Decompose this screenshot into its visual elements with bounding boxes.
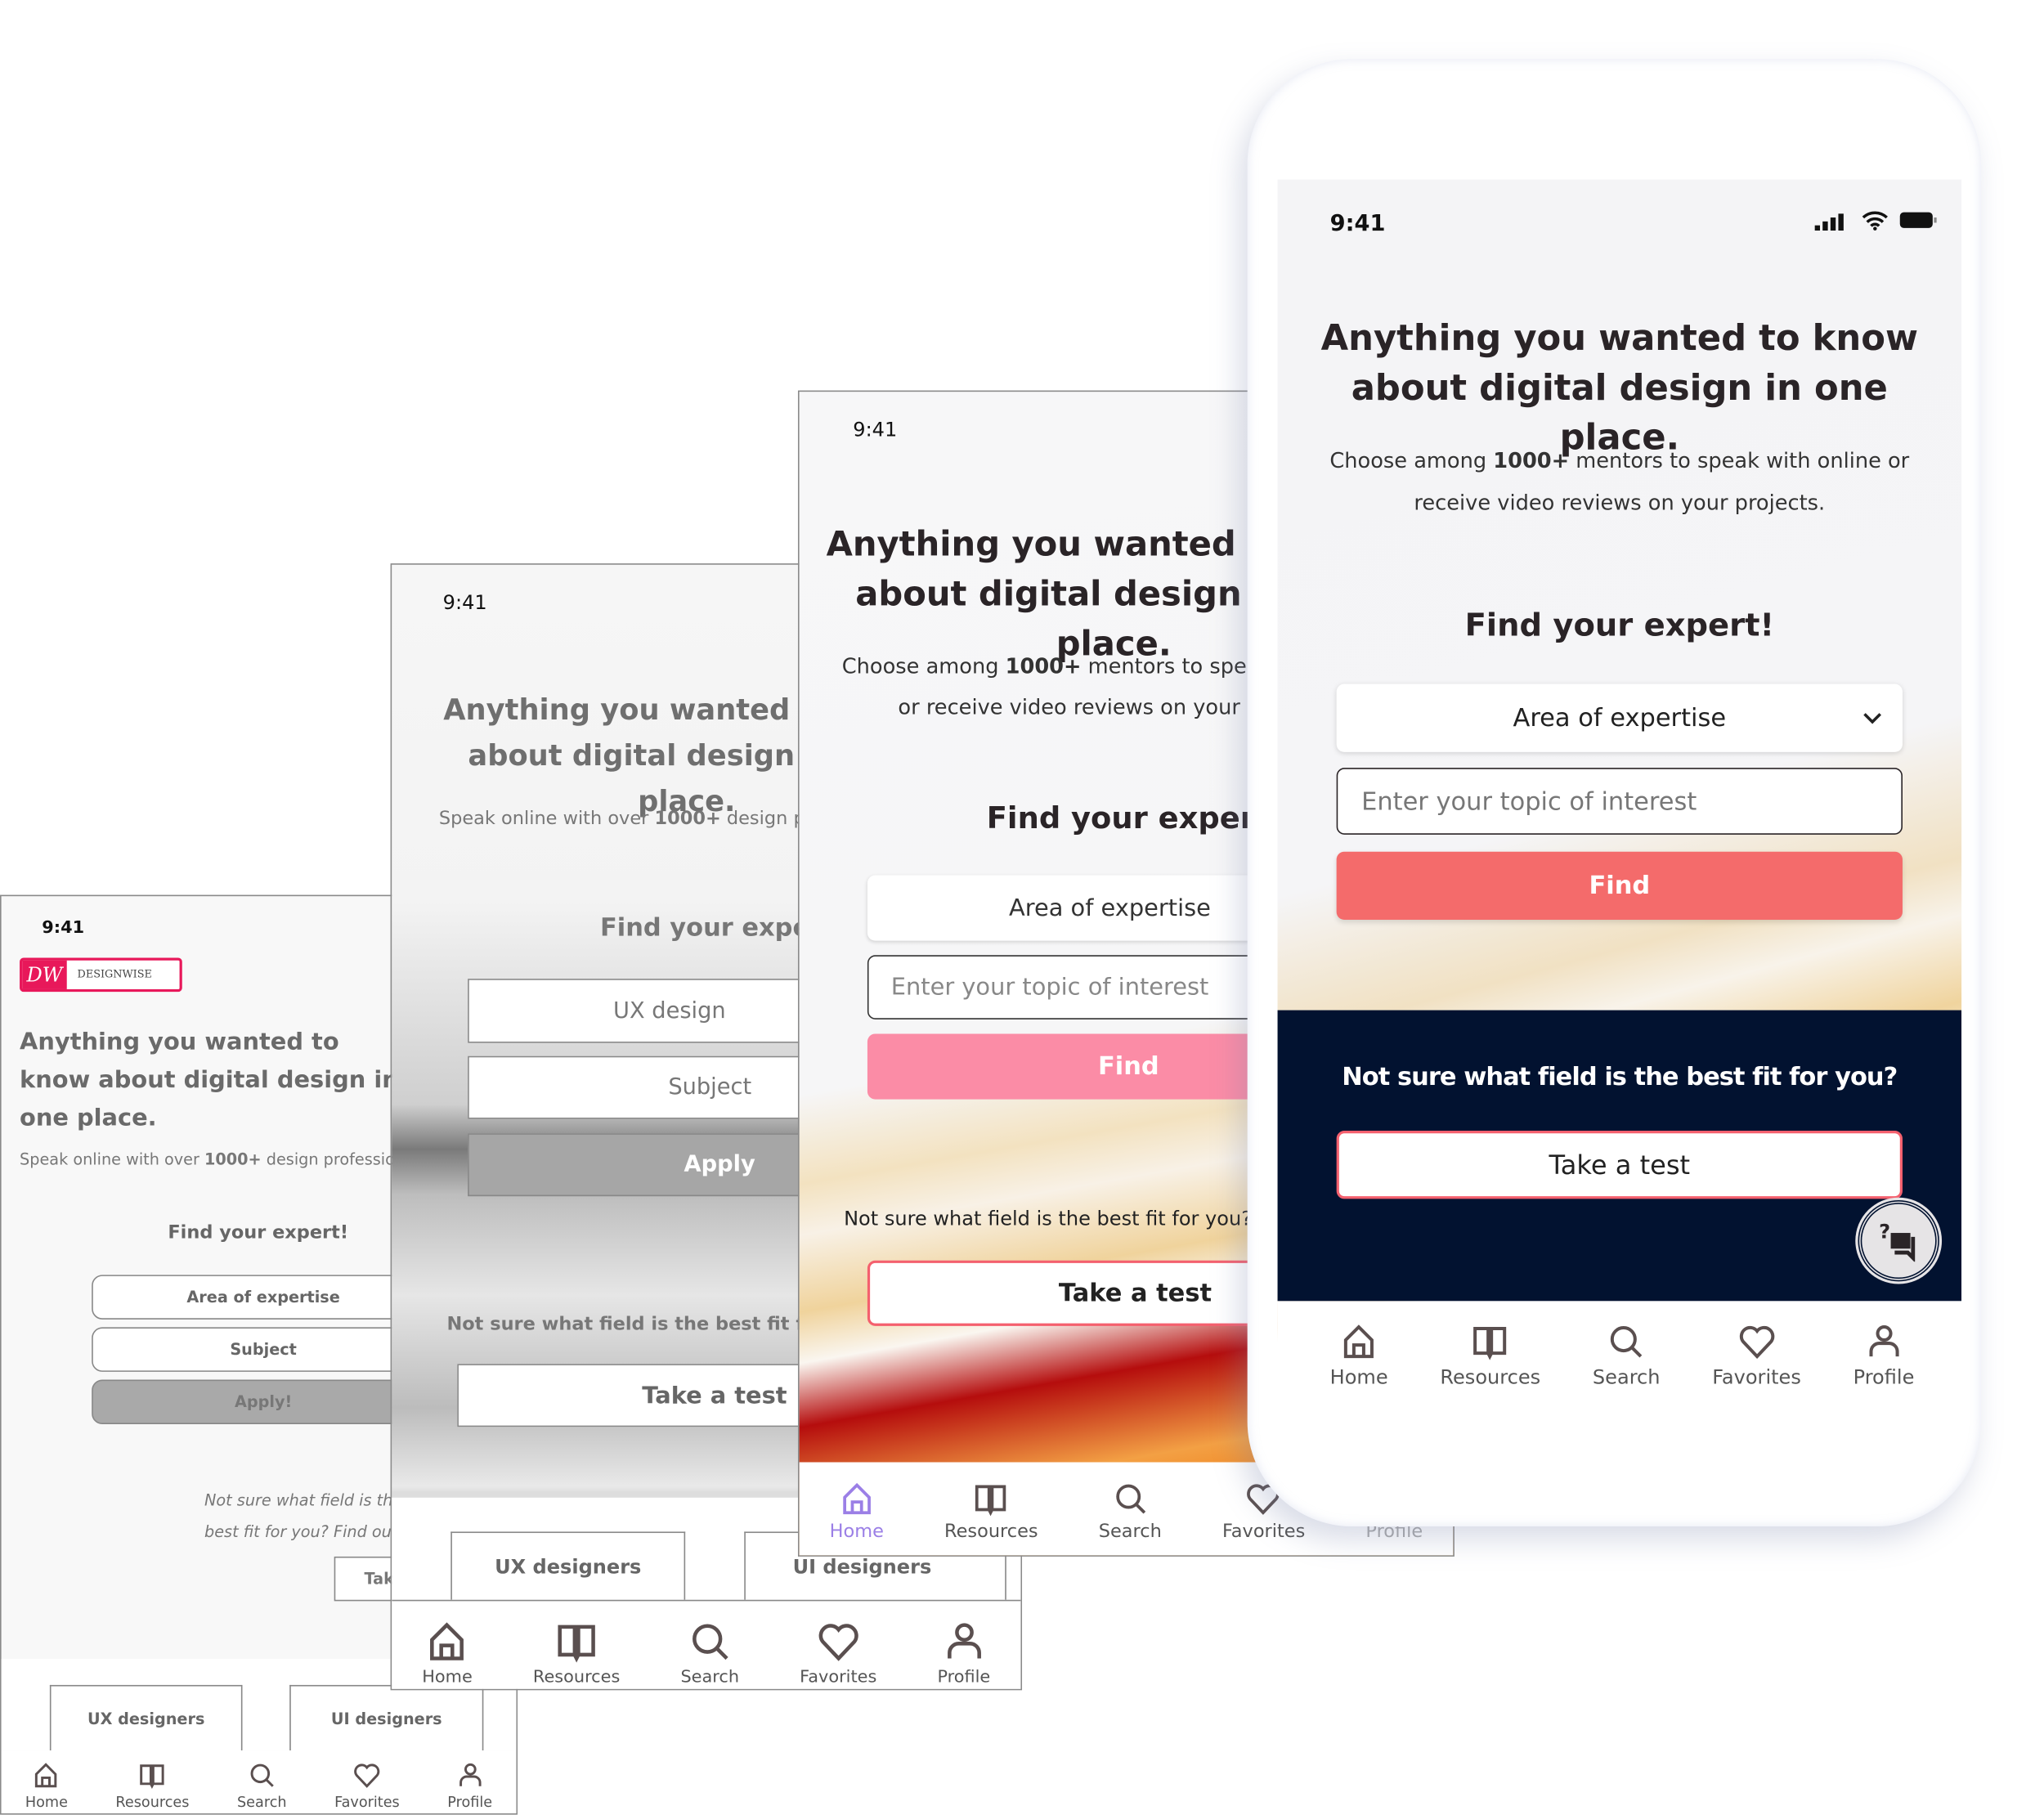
bottom-nav: Home Resources Search Favorites Profile (392, 1599, 1021, 1689)
nav-label: Search (1098, 1521, 1162, 1543)
bottom-nav: Home Resources Search Favorites Profile (1, 1750, 517, 1813)
nav-item-search[interactable]: Search (236, 1761, 287, 1813)
ux-designers-card[interactable]: UX designers (49, 1684, 243, 1751)
area-of-expertise-select[interactable]: Area of expertise (92, 1275, 436, 1320)
area-of-expertise-select[interactable]: Area of expertise (1336, 683, 1903, 752)
nav-item-home[interactable]: Home (829, 1481, 884, 1555)
nav-label: Resources (532, 1668, 621, 1688)
take-test-button[interactable]: Take a test (1336, 1131, 1903, 1199)
search-icon (1611, 1326, 1643, 1358)
nav-item-favorites[interactable]: Favorites (800, 1620, 877, 1689)
profile-icon (947, 1623, 981, 1659)
chevron-down-icon (1863, 713, 1881, 724)
nav-item-search[interactable]: Search (1098, 1481, 1162, 1555)
nav-label: Home (422, 1668, 473, 1688)
signal-icon (1814, 213, 1844, 231)
area-select[interactable]: UX design (468, 979, 822, 1043)
logo-mark: DW (22, 960, 67, 989)
nav-item-favorites[interactable]: Favorites (1712, 1322, 1801, 1432)
status-time: 9:41 (442, 590, 487, 615)
find-title: Find your expert! (168, 1222, 349, 1244)
status-time: 9:41 (42, 918, 85, 939)
nav-label: Home (1329, 1365, 1388, 1389)
nav-label: Search (236, 1793, 287, 1811)
find-title: Find your expert! (986, 801, 1284, 836)
nav-item-home[interactable]: Home (422, 1620, 473, 1689)
battery-icon (1899, 212, 1937, 228)
logo: DW DESIGNWISE (20, 957, 182, 993)
help-section: Not sure what field is the best fit for … (1277, 1010, 1962, 1302)
bottom-nav: Home Resources Search Favorites Profile (1277, 1301, 1962, 1432)
apply-button[interactable]: Apply (468, 1133, 822, 1197)
nav-label: Resources (1440, 1365, 1541, 1389)
nav-label: Profile (447, 1793, 493, 1811)
nav-label: Search (1592, 1365, 1661, 1389)
resources-icon (1473, 1327, 1507, 1360)
status-time: 9:41 (1329, 211, 1386, 238)
nav-label: Favorites (334, 1793, 400, 1811)
nav-item-profile[interactable]: Profile (447, 1761, 493, 1813)
nav-item-resources[interactable]: Resources (1440, 1322, 1540, 1432)
take-test-button[interactable]: Take a test (457, 1364, 825, 1427)
find-button[interactable]: Find (1336, 851, 1903, 921)
nav-item-favorites[interactable]: Favorites (334, 1761, 400, 1813)
select-value: Area of expertise (1513, 703, 1727, 733)
nav-label: Favorites (1712, 1365, 1801, 1389)
headline: Anything you wanted to know about digita… (20, 1028, 399, 1132)
subject-select[interactable]: Subject (468, 1055, 822, 1119)
nav-label: Profile (937, 1668, 991, 1688)
help-chat-button[interactable]: ? (1858, 1199, 1939, 1282)
nav-label: Favorites (1221, 1521, 1306, 1543)
nav-label: Profile (1853, 1365, 1915, 1389)
nav-item-home[interactable]: Home (1330, 1322, 1388, 1432)
nav-item-resources[interactable]: Resources (532, 1620, 621, 1689)
not-sure-text: Not sure what field is the best fit for … (844, 1206, 1253, 1230)
help-chat-icon: ? (1879, 1220, 1916, 1262)
home-icon (1344, 1324, 1374, 1359)
topic-input[interactable]: Enter your topic of interest (1336, 768, 1903, 835)
nav-label: Resources (115, 1793, 190, 1811)
search-icon (250, 1763, 274, 1787)
nav-item-search[interactable]: Search (680, 1620, 740, 1689)
subtitle: Speak online with over 1000+ design prof… (20, 1150, 428, 1169)
ux-designers-card[interactable]: UX designers (450, 1531, 686, 1600)
search-icon (692, 1624, 728, 1660)
home-icon (842, 1482, 871, 1515)
profile-icon (459, 1763, 481, 1786)
nav-item-profile[interactable]: Profile (1853, 1322, 1915, 1432)
home-icon (430, 1622, 464, 1660)
resources-icon (140, 1764, 165, 1790)
nav-item-resources[interactable]: Resources (115, 1761, 190, 1813)
status-time: 9:41 (853, 418, 898, 442)
phone-screen: 9:41 Anything you wanted to know about d… (1277, 179, 1962, 1432)
nav-label: Favorites (800, 1668, 877, 1688)
favorites-icon (818, 1624, 858, 1661)
ui-designers-card[interactable]: UI designers (289, 1684, 484, 1751)
wifi-icon (1862, 211, 1888, 231)
favorites-icon (354, 1763, 380, 1788)
not-sure-heading: Not sure what field is the best fit for … (1342, 1062, 1898, 1091)
nav-item-search[interactable]: Search (1593, 1322, 1661, 1432)
nav-item-resources[interactable]: Resources (944, 1481, 1038, 1555)
phone-frame: 9:41 Anything you wanted to know about d… (1247, 59, 1982, 1527)
nav-item-home[interactable]: Home (25, 1761, 68, 1813)
apply-button[interactable]: Apply! (92, 1379, 436, 1425)
logo-text: DESIGNWISE (77, 968, 152, 980)
nav-label: Home (25, 1793, 68, 1811)
nav-label: Resources (944, 1521, 1038, 1543)
profile-icon (1868, 1325, 1899, 1357)
nav-item-profile[interactable]: Profile (937, 1620, 991, 1689)
svg-text:?: ? (1879, 1220, 1890, 1243)
resources-icon (975, 1485, 1007, 1517)
nav-label: Search (680, 1668, 740, 1688)
find-title: Find your expert! (1464, 607, 1775, 643)
nav-label: Home (829, 1521, 884, 1543)
resources-icon (558, 1625, 595, 1663)
favorites-icon (1739, 1325, 1774, 1360)
subtitle: Choose among 1000+ mentors to speak with… (1329, 448, 1910, 515)
home-icon (35, 1763, 58, 1788)
subject-select[interactable]: Subject (92, 1327, 436, 1372)
search-icon (1115, 1484, 1145, 1514)
